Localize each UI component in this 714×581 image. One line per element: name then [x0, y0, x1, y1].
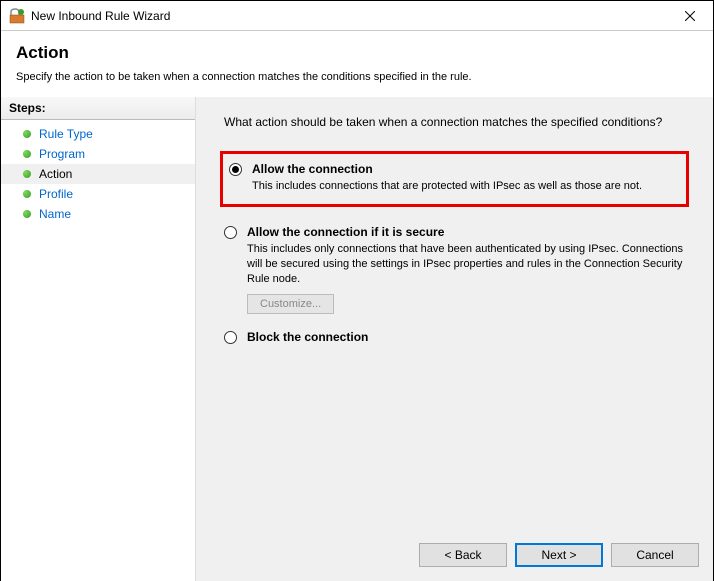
page-title: Action	[16, 43, 698, 63]
next-button[interactable]: Next >	[515, 543, 603, 567]
close-button[interactable]	[667, 1, 713, 31]
footer: < Back Next > Cancel	[196, 531, 713, 581]
body: Steps: Rule Type Program Action Profile …	[1, 97, 713, 581]
app-icon	[9, 8, 25, 24]
step-label: Program	[39, 147, 85, 161]
back-button[interactable]: < Back	[419, 543, 507, 567]
sidebar: Steps: Rule Type Program Action Profile …	[1, 97, 196, 581]
page-description: Specify the action to be taken when a co…	[16, 71, 698, 83]
window-title: New Inbound Rule Wizard	[31, 9, 667, 23]
step-label: Rule Type	[39, 127, 93, 141]
titlebar: New Inbound Rule Wizard	[1, 1, 713, 31]
step-label: Name	[39, 207, 71, 221]
step-action[interactable]: Action	[1, 164, 195, 184]
bullet-icon	[23, 130, 31, 138]
sidebar-title: Steps:	[1, 97, 195, 120]
radio-allow-secure[interactable]: Allow the connection if it is secure	[224, 225, 689, 239]
radio-icon	[229, 163, 242, 176]
option-description: This includes only connections that have…	[247, 242, 689, 287]
step-label: Profile	[39, 187, 73, 201]
step-label: Action	[39, 167, 72, 181]
radio-block[interactable]: Block the connection	[224, 330, 689, 344]
step-profile[interactable]: Profile	[1, 184, 195, 204]
highlight-annotation: Allow the connection This includes conne…	[220, 151, 689, 207]
option-allow: Allow the connection This includes conne…	[229, 162, 676, 194]
step-program[interactable]: Program	[1, 144, 195, 164]
option-label: Block the connection	[247, 330, 368, 344]
radio-icon	[224, 226, 237, 239]
option-block: Block the connection	[220, 330, 689, 344]
bullet-icon	[23, 210, 31, 218]
bullet-icon	[23, 150, 31, 158]
step-rule-type[interactable]: Rule Type	[1, 124, 195, 144]
customize-button: Customize...	[247, 294, 334, 314]
radio-icon	[224, 331, 237, 344]
step-name[interactable]: Name	[1, 204, 195, 224]
step-list: Rule Type Program Action Profile Name	[1, 120, 195, 228]
content-inner: What action should be taken when a conne…	[196, 97, 713, 531]
close-icon	[685, 11, 695, 21]
content-prompt: What action should be taken when a conne…	[224, 115, 689, 129]
radio-allow[interactable]: Allow the connection	[229, 162, 676, 176]
option-label: Allow the connection	[252, 162, 373, 176]
bullet-icon	[23, 170, 31, 178]
bullet-icon	[23, 190, 31, 198]
content-panel: What action should be taken when a conne…	[196, 97, 713, 581]
header: Action Specify the action to be taken wh…	[1, 31, 713, 97]
option-label: Allow the connection if it is secure	[247, 225, 444, 239]
cancel-button[interactable]: Cancel	[611, 543, 699, 567]
option-description: This includes connections that are prote…	[252, 179, 676, 194]
option-allow-secure: Allow the connection if it is secure Thi…	[220, 225, 689, 315]
